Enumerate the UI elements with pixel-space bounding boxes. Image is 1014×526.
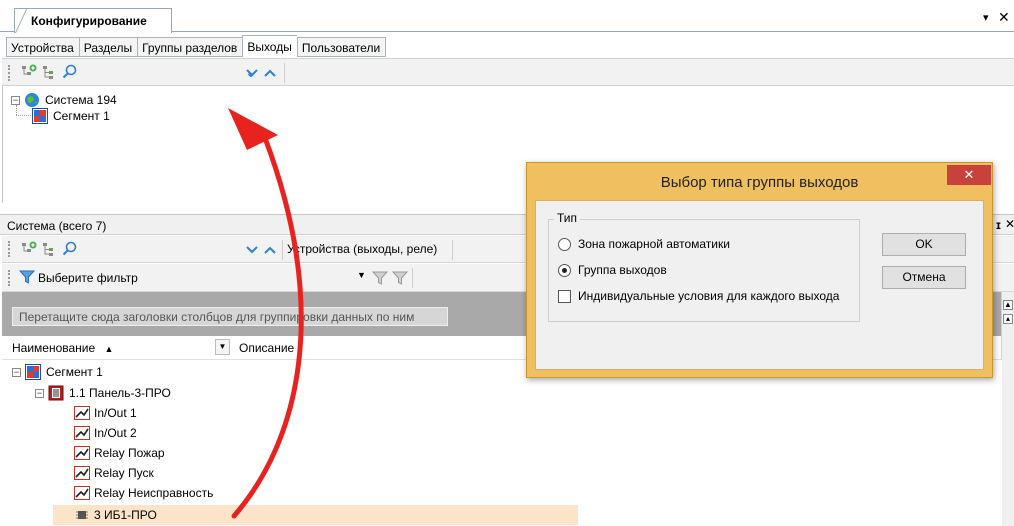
type-groupbox-label: Тип xyxy=(554,211,581,225)
tree-node-label: Relay Пуск xyxy=(94,466,154,480)
radio-output-group[interactable]: Группа выходов xyxy=(558,263,667,277)
relay-icon xyxy=(74,426,90,440)
dialog-body: Тип Зона пожарной автоматики Группа выхо… xyxy=(535,200,984,370)
document-tab-label: Конфигурирование xyxy=(31,14,147,28)
add-node-icon[interactable] xyxy=(21,64,37,80)
filter-apply-icon[interactable] xyxy=(372,270,388,286)
search-icon[interactable] xyxy=(62,64,78,80)
toolbar-grip[interactable] xyxy=(8,241,11,257)
module-icon xyxy=(76,511,88,519)
scroll-up-icon[interactable]: ▴ xyxy=(1003,314,1013,324)
tree-node-module[interactable]: 3 ИБ1-ПРО xyxy=(74,506,157,524)
panel-close-icon[interactable]: ✕ xyxy=(1005,217,1014,231)
filter-clear-icon[interactable] xyxy=(392,270,408,286)
panel-pin-icon[interactable]: ɪ xyxy=(996,218,1001,232)
tree-node-label: Relay Неисправность xyxy=(94,486,214,500)
globe-icon xyxy=(25,93,39,107)
tree-node-label: In/Out 2 xyxy=(94,426,137,440)
relay-icon xyxy=(74,406,90,420)
tree-node-label: 1.1 Панель-3-ПРО xyxy=(69,386,171,400)
close-icon[interactable]: ✕ xyxy=(998,9,1010,26)
tree-node-segment[interactable]: − Сегмент 1 xyxy=(12,363,103,381)
tab-users[interactable]: Пользователи xyxy=(296,37,387,57)
filter-icon[interactable] xyxy=(19,269,35,285)
vertical-scrollbar[interactable]: ▲ ▴ xyxy=(1001,292,1014,526)
tree-node-label: 3 ИБ1-ПРО xyxy=(94,508,157,522)
filter-dropdown-arrow-icon[interactable]: ▼ xyxy=(357,270,366,280)
tree-node-label: Сегмент 1 xyxy=(46,365,103,379)
expand-all-icon[interactable] xyxy=(246,68,258,78)
collapse-expander-icon[interactable]: − xyxy=(35,388,44,398)
dialog-title: Выбор типа группы выходов xyxy=(660,174,859,191)
segment-icon xyxy=(25,364,41,380)
expand-all-icon[interactable] xyxy=(246,245,258,255)
tree-node-output[interactable]: Relay Пуск xyxy=(74,464,154,482)
tree-node-output[interactable]: In/Out 2 xyxy=(74,424,137,442)
outputs-toolbar: ⌄ xyxy=(2,58,1014,86)
collapse-expander-icon[interactable]: − xyxy=(11,95,20,105)
relay-icon xyxy=(74,466,90,480)
panel-icon xyxy=(48,385,64,401)
tree-node-label: Сегмент 1 xyxy=(53,109,110,123)
checkbox-individual-conditions[interactable]: Индивидуальные условия для каждого выход… xyxy=(558,289,839,303)
filter-selector[interactable]: Выберите фильтр xyxy=(38,271,138,285)
panel-menu-icon[interactable]: ▾ xyxy=(983,11,989,24)
relay-icon xyxy=(74,486,90,500)
segment-icon xyxy=(32,108,48,124)
toolbar-separator xyxy=(284,63,285,83)
toolbar-separator xyxy=(282,240,283,260)
add-node-icon[interactable] xyxy=(21,241,37,257)
tab-partitions[interactable]: Разделы xyxy=(78,37,138,57)
dialog-close-button[interactable]: ✕ xyxy=(947,165,991,185)
ok-button[interactable]: OK xyxy=(882,233,966,256)
tree-node-label: In/Out 1 xyxy=(94,406,137,420)
toolbar-grip[interactable] xyxy=(8,270,11,286)
search-icon[interactable] xyxy=(62,241,78,257)
tree-node-label: Relay Пожар xyxy=(94,446,165,460)
tree-node-output[interactable]: Relay Неисправность xyxy=(74,484,213,502)
system-panel-title: Система (всего 7) xyxy=(7,219,107,233)
scroll-top-icon[interactable]: ▲ xyxy=(1003,300,1013,310)
tree-structure-icon[interactable] xyxy=(42,241,58,257)
group-by-hint: Перетащите сюда заголовки столбцов для г… xyxy=(12,307,448,326)
collapse-all-icon[interactable] xyxy=(264,68,276,78)
sort-ascending-icon: ▲ xyxy=(104,344,114,354)
config-tabs: Устройства Разделы Группы разделов Выход… xyxy=(6,35,387,58)
output-group-type-dialog: Выбор типа группы выходов ✕ Тип Зона пож… xyxy=(526,162,993,378)
column-filter-dropdown-icon[interactable]: ▼ xyxy=(215,339,230,355)
tree-node-output[interactable]: In/Out 1 xyxy=(74,404,137,422)
checkbox-icon[interactable] xyxy=(558,289,571,303)
radio-unchecked-icon[interactable] xyxy=(558,237,571,251)
tree-node-panel[interactable]: − 1.1 Панель-3-ПРО xyxy=(35,384,171,402)
radio-checked-icon[interactable] xyxy=(558,263,571,277)
toolbar-grip[interactable] xyxy=(8,65,11,81)
column-header-description[interactable]: Описание xyxy=(239,341,294,355)
devices-dropdown[interactable]: Устройства (выходы, реле) xyxy=(287,242,437,256)
column-header-name[interactable]: Наименование ▲ xyxy=(12,341,113,355)
radio-fire-automation-zone[interactable]: Зона пожарной автоматики xyxy=(558,237,730,251)
tree-connector xyxy=(16,115,31,116)
tree-node-label: Система 194 xyxy=(45,93,117,107)
tree-connector xyxy=(16,105,17,115)
tree-node-output[interactable]: Relay Пожар xyxy=(74,444,165,462)
toolbar-separator xyxy=(412,268,413,288)
tab-partition-groups[interactable]: Группы разделов xyxy=(137,37,243,57)
tab-outputs[interactable]: Выходы xyxy=(242,35,297,57)
relay-icon xyxy=(74,446,90,460)
tree-node-segment[interactable]: Сегмент 1 xyxy=(32,107,110,125)
tab-devices[interactable]: Устройства xyxy=(6,37,79,57)
document-tab-configuration[interactable]: Конфигурирование xyxy=(14,8,172,33)
cancel-button[interactable]: Отмена xyxy=(882,266,966,289)
toolbar-separator xyxy=(452,240,453,260)
tree-structure-icon[interactable] xyxy=(42,64,58,80)
collapse-expander-icon[interactable]: − xyxy=(12,367,21,377)
collapse-all-icon[interactable] xyxy=(264,245,276,255)
